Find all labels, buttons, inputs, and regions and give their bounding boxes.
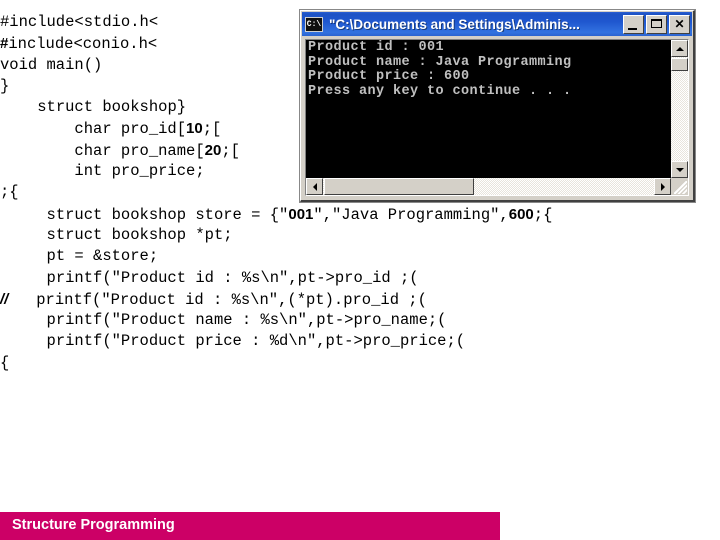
code-token: char pro_name[ xyxy=(74,141,205,160)
vertical-scrollbar[interactable] xyxy=(671,40,688,178)
code-token: ;{ xyxy=(533,205,553,224)
code-token: ","Java Programming", xyxy=(313,205,509,224)
console-output-line: Product price : 600 xyxy=(308,69,470,84)
code-token: char pro_id[ xyxy=(74,120,187,139)
console-output-line: Product id : 001 xyxy=(308,40,445,55)
scroll-up-button[interactable] xyxy=(671,40,688,57)
code-token: struct bookshop *pt; xyxy=(46,225,233,244)
maximize-button[interactable] xyxy=(646,14,667,34)
code-line: pt = &store; xyxy=(0,246,720,267)
code-line: printf("Product name : %s\n",pt->pro_nam… xyxy=(0,310,720,331)
code-token: printf("Product id : %s\n",pt->pro_id ;( xyxy=(46,268,419,287)
console-output-line: Product name : Java Programming xyxy=(308,54,572,70)
chevron-down-icon xyxy=(675,167,684,172)
chevron-right-icon xyxy=(660,182,665,191)
chevron-up-icon xyxy=(675,46,684,51)
code-token: } xyxy=(0,76,10,95)
code-token: void main() xyxy=(0,55,103,74)
code-token: 001 xyxy=(288,205,314,223)
console-icon: C:\ xyxy=(305,16,323,32)
footer-banner: Structure Programming xyxy=(0,512,500,540)
horizontal-scrollbar-thumb[interactable] xyxy=(324,178,474,195)
code-token: struct bookshop store = {" xyxy=(46,205,289,224)
console-window[interactable]: C:\ "C:\Documents and Settings\Adminis..… xyxy=(300,10,695,202)
chevron-left-icon xyxy=(312,182,317,191)
console-output-line: Press any key to continue . . . xyxy=(308,83,572,99)
code-token: ;[ xyxy=(221,141,240,160)
resize-grip-icon[interactable] xyxy=(671,178,688,195)
console-title: "C:\Documents and Settings\Adminis... xyxy=(329,16,580,32)
close-button[interactable]: ✕ xyxy=(669,14,690,34)
console-titlebar[interactable]: C:\ "C:\Documents and Settings\Adminis..… xyxy=(302,12,692,36)
code-token: int pro_price; xyxy=(74,162,205,181)
code-line: struct bookshop store = {"001","Java Pro… xyxy=(0,204,720,225)
code-token: ;{ xyxy=(0,183,19,202)
scroll-right-button[interactable] xyxy=(654,178,671,195)
code-token: printf("Product id : %s\n",(*pt).pro_id … xyxy=(8,290,427,309)
code-line: printf("Product price : %d\n",pt->pro_pr… xyxy=(0,331,720,352)
console-output-area: Product id : 001 Product name : Java Prog… xyxy=(306,40,671,178)
code-line: // printf("Product id : %s\n",(*pt).pro_… xyxy=(0,289,720,310)
code-line: { xyxy=(0,353,720,374)
code-token: struct bookshop} xyxy=(37,98,187,117)
code-token: printf("Product name : %s\n",pt->pro_nam… xyxy=(46,311,447,330)
console-body: Product id : 001 Product name : Java Prog… xyxy=(302,37,692,199)
horizontal-scrollbar[interactable] xyxy=(306,178,671,195)
code-token: ;[ xyxy=(202,120,222,139)
scroll-left-button[interactable] xyxy=(306,178,323,195)
code-token: 20 xyxy=(204,141,222,159)
code-line: printf("Product id : %s\n",pt->pro_id ;( xyxy=(0,268,720,289)
minimize-button[interactable] xyxy=(623,14,644,34)
code-token: pt = &store; xyxy=(46,247,159,266)
console-screen-frame: Product id : 001 Product name : Java Prog… xyxy=(305,39,689,196)
code-token: printf("Product price : %d\n",pt->pro_pr… xyxy=(46,332,466,351)
code-token: #include<stdio.h< xyxy=(0,13,159,31)
scroll-down-button[interactable] xyxy=(671,161,688,178)
code-token: 10 xyxy=(186,120,203,138)
code-token: 600 xyxy=(508,205,534,223)
code-line: struct bookshop *pt; xyxy=(0,225,720,246)
code-token: { xyxy=(0,353,10,372)
footer-banner-label: Structure Programming xyxy=(12,517,175,533)
vertical-scrollbar-thumb[interactable] xyxy=(671,58,688,71)
code-token: include<conio.h< xyxy=(8,35,158,54)
